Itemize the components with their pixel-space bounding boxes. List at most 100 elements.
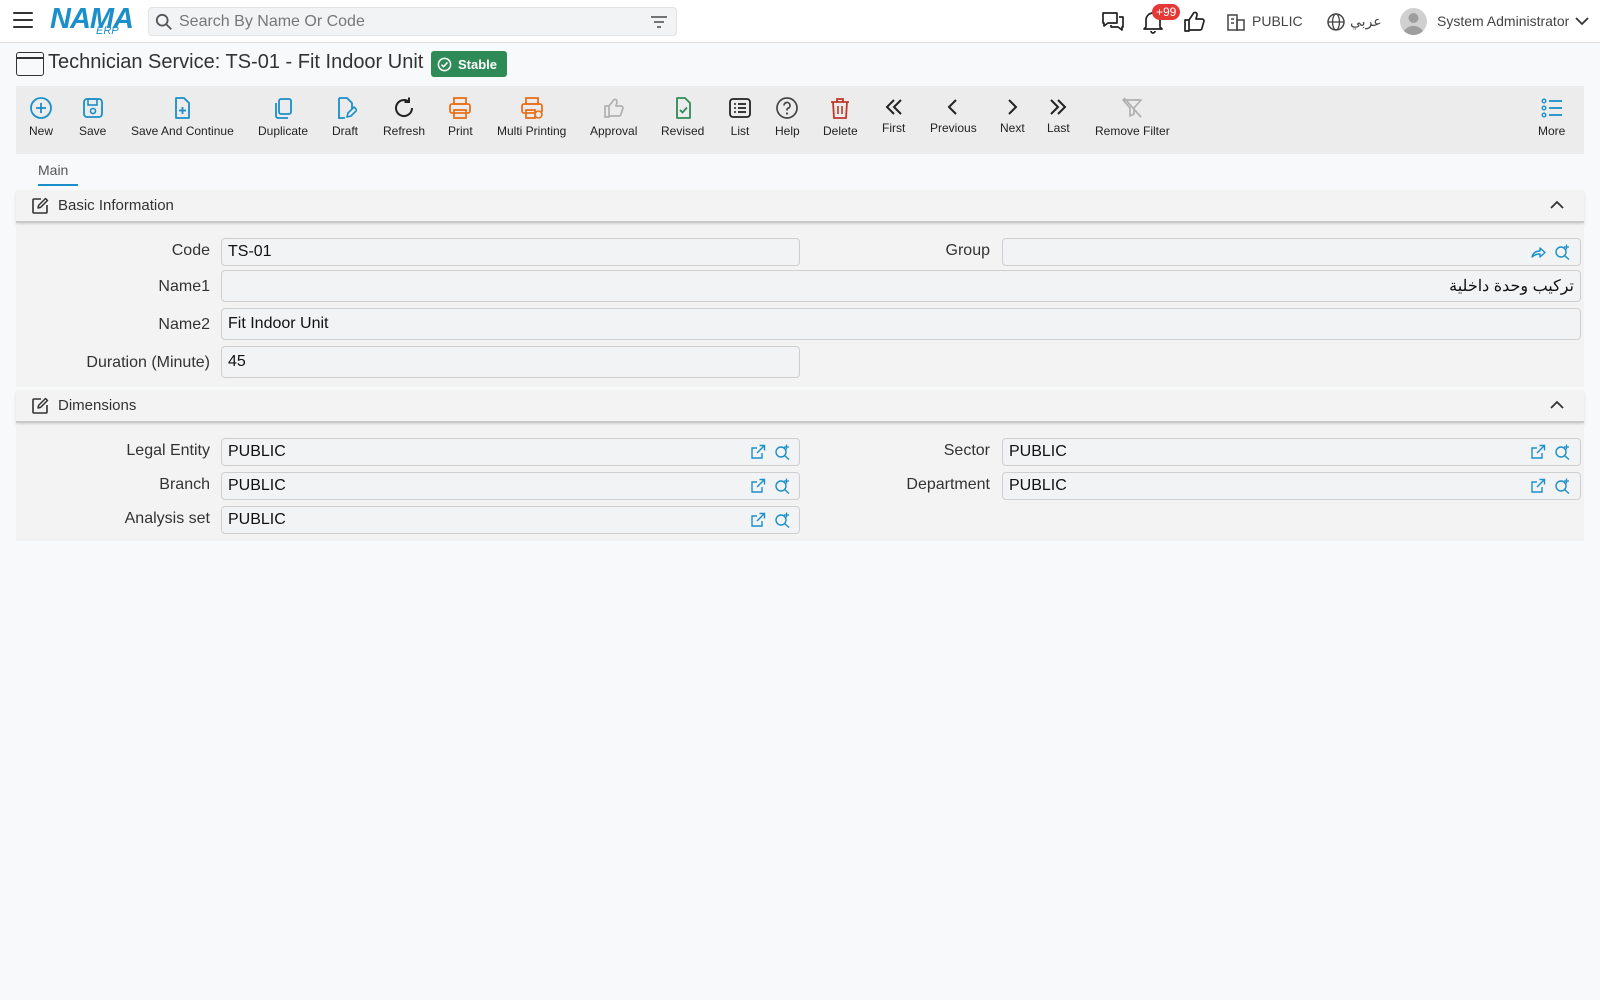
nama-erp-logo[interactable]: NAMA ERP [50, 3, 134, 37]
sector-field[interactable] [1002, 438, 1581, 466]
search-plus-icon[interactable] [774, 512, 790, 528]
dimensions-header[interactable]: Dimensions [16, 390, 1584, 423]
analysis-set-field[interactable] [221, 506, 800, 534]
language-switch[interactable]: عربي [1350, 13, 1382, 30]
next-button[interactable]: Next [1000, 86, 1025, 154]
save-icon [82, 98, 103, 118]
thumbs-up-icon[interactable] [1182, 9, 1208, 35]
multi-printing-label: Multi Printing [497, 124, 567, 138]
action-toolbar: New Save Save And Continue Duplicate Dra… [16, 86, 1584, 154]
branch-actions [750, 478, 790, 494]
legal-entity-field[interactable] [221, 438, 800, 466]
search-plus-icon[interactable] [1554, 444, 1570, 460]
revised-button[interactable]: Revised [661, 86, 704, 154]
previous-label: Previous [930, 121, 977, 135]
sector-label: Sector [943, 442, 990, 459]
save-and-continue-button[interactable]: Save And Continue [131, 86, 234, 154]
help-icon [776, 97, 799, 119]
new-label: New [29, 124, 54, 138]
name1-label: Name1 [158, 278, 210, 295]
basic-information-header[interactable]: Basic Information [16, 190, 1584, 223]
page-title: Technician Service: TS-01 - Fit Indoor U… [48, 51, 424, 73]
approval-button[interactable]: Approval [590, 86, 637, 154]
top-bar: NAMA ERP +99 PUBLIC عربي System Administ… [0, 0, 1600, 43]
hamburger-menu-icon[interactable] [13, 12, 33, 28]
external-link-icon[interactable] [1530, 478, 1546, 494]
search-plus-icon[interactable] [774, 478, 790, 494]
filter-icon[interactable] [650, 14, 668, 30]
branch-field[interactable] [221, 472, 800, 500]
last-button[interactable]: Last [1047, 86, 1070, 154]
refresh-label: Refresh [383, 124, 426, 138]
new-button[interactable]: New [29, 86, 53, 154]
first-button[interactable]: First [882, 86, 905, 154]
more-label: More [1538, 124, 1566, 138]
file-edit-icon [338, 97, 357, 119]
name1-field[interactable] [221, 270, 1581, 302]
chevrons-right-icon [1050, 99, 1067, 115]
print-button[interactable]: Print [448, 86, 473, 154]
status-text: Stable [458, 56, 498, 72]
chat-icon[interactable] [1100, 9, 1126, 35]
more-button[interactable]: More [1538, 86, 1565, 154]
edit-icon [32, 197, 49, 214]
name2-field[interactable] [221, 308, 1581, 340]
delete-button[interactable]: Delete [823, 86, 858, 154]
draft-button[interactable]: Draft [332, 86, 358, 154]
plus-circle-icon [30, 97, 52, 119]
user-menu[interactable]: System Administrator [1437, 13, 1569, 29]
last-label: Last [1047, 121, 1070, 135]
user-avatar-icon [1403, 13, 1424, 35]
external-link-icon[interactable] [750, 512, 766, 528]
section-title: Basic Information [58, 197, 174, 214]
draft-label: Draft [332, 124, 359, 138]
chevron-up-icon[interactable] [1550, 400, 1564, 410]
chevron-up-icon[interactable] [1550, 200, 1564, 210]
search-plus-icon[interactable] [774, 444, 790, 460]
list-icon [729, 98, 751, 118]
avatar[interactable] [1400, 8, 1427, 35]
department-actions [1530, 478, 1570, 494]
external-link-icon[interactable] [750, 478, 766, 494]
check-circle-icon [437, 57, 452, 71]
list-button[interactable]: List [728, 86, 752, 154]
globe-icon[interactable] [1326, 12, 1346, 32]
refresh-button[interactable]: Refresh [383, 86, 425, 154]
duration-label: Duration (Minute) [86, 354, 210, 371]
chevron-down-icon[interactable] [1575, 16, 1589, 26]
section-title: Dimensions [58, 397, 137, 414]
file-check-icon [675, 97, 691, 119]
group-field-actions [1530, 244, 1570, 260]
window-icon [16, 52, 44, 76]
legal-entity-label: Legal Entity [126, 442, 210, 459]
share-arrow-icon[interactable] [1530, 244, 1546, 260]
group-field[interactable] [1002, 238, 1581, 266]
delete-label: Delete [823, 124, 858, 138]
remove-filter-button[interactable]: Remove Filter [1095, 86, 1170, 154]
search-plus-icon[interactable] [1554, 244, 1570, 260]
more-list-icon [1541, 98, 1562, 118]
next-label: Next [1000, 121, 1025, 135]
building-icon[interactable] [1226, 12, 1246, 32]
duration-field[interactable] [221, 346, 800, 378]
edit-icon [32, 397, 49, 414]
tab-bar: Main [16, 156, 1584, 186]
external-link-icon[interactable] [1530, 444, 1546, 460]
company-selector[interactable]: PUBLIC [1252, 13, 1303, 29]
search-plus-icon[interactable] [1554, 478, 1570, 494]
save-button[interactable]: Save [79, 86, 106, 154]
code-label: Code [171, 242, 210, 259]
name2-label: Name2 [158, 316, 210, 333]
duplicate-button[interactable]: Duplicate [258, 86, 308, 154]
tab-main[interactable]: Main [38, 162, 68, 178]
remove-filter-label: Remove Filter [1095, 124, 1170, 138]
external-link-icon[interactable] [750, 444, 766, 460]
department-field[interactable] [1002, 472, 1581, 500]
notification-badge: +99 [1152, 4, 1181, 20]
multi-printing-button[interactable]: Multi Printing [497, 86, 566, 154]
chevron-right-icon [1008, 99, 1018, 115]
help-button[interactable]: Help [775, 86, 800, 154]
code-field[interactable] [221, 238, 800, 266]
previous-button[interactable]: Previous [930, 86, 977, 154]
search-input[interactable] [179, 11, 629, 33]
